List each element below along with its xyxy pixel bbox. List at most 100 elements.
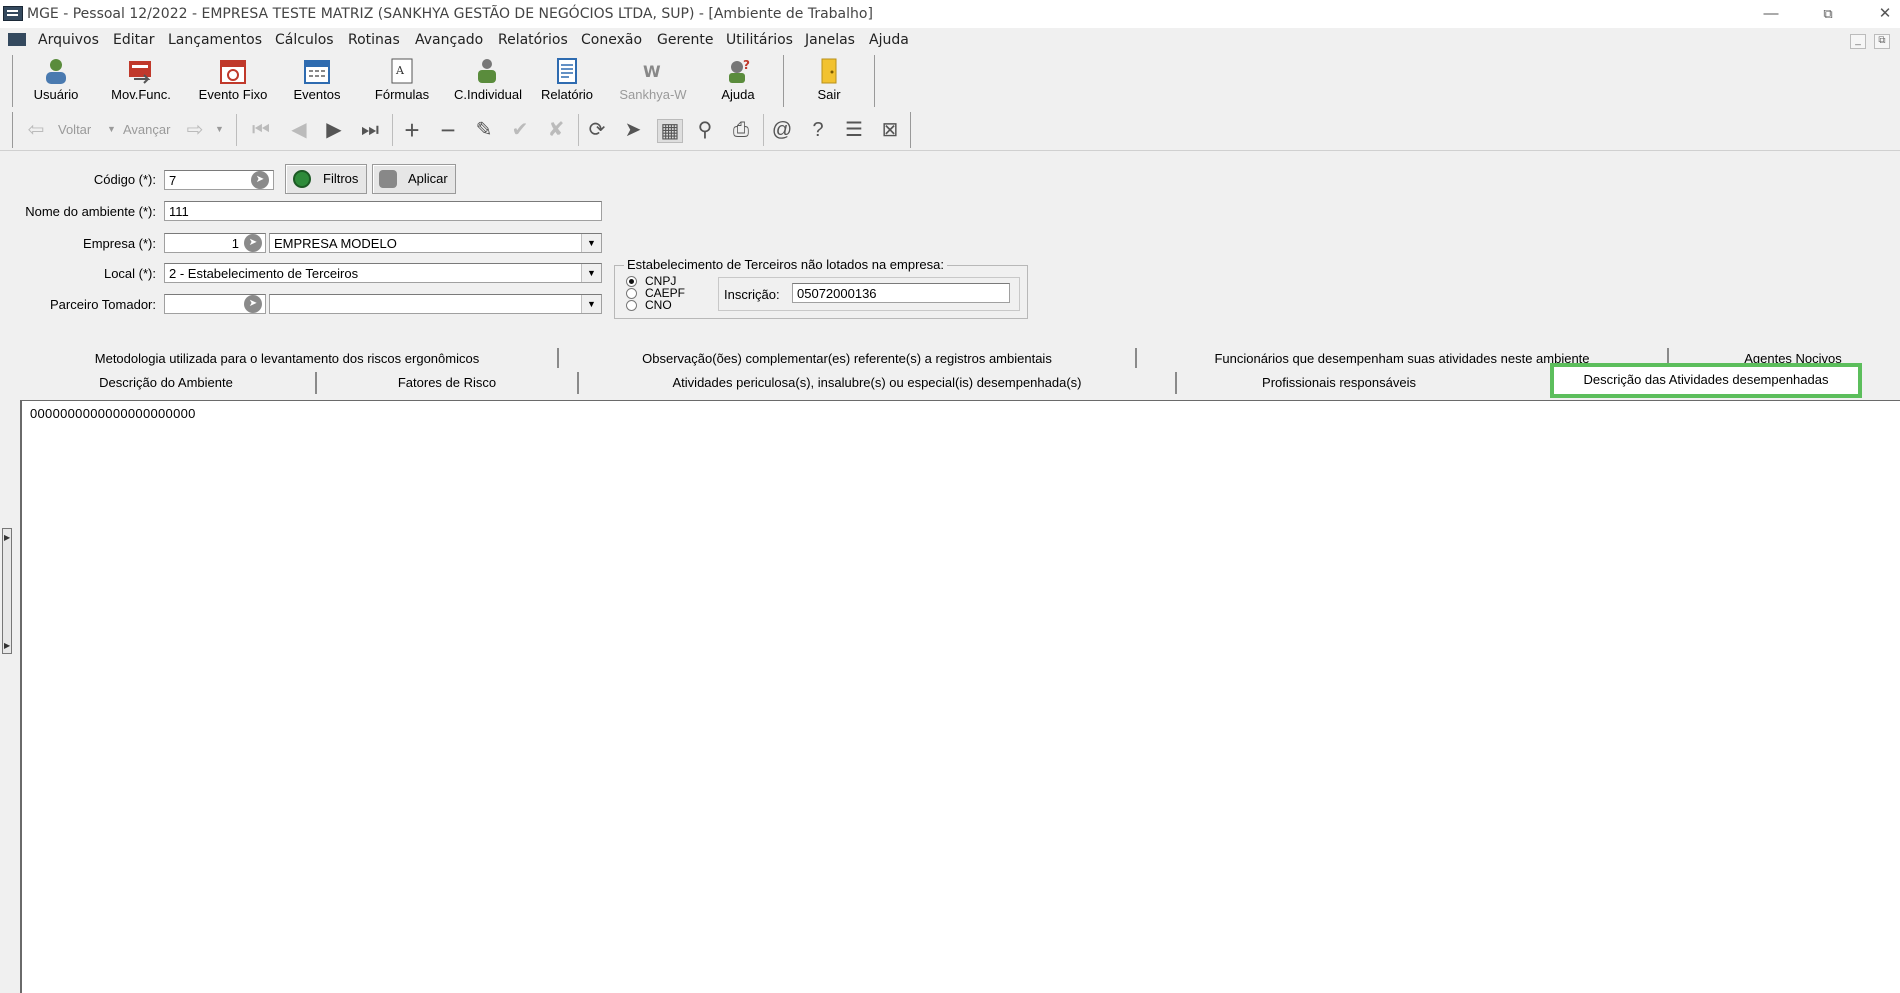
empresa-search-icon[interactable]: ➤ — [244, 234, 262, 252]
calendar-fixed-icon — [220, 60, 246, 84]
parceiro-search-icon[interactable]: ➤ — [244, 295, 262, 313]
confirm-icon[interactable]: ✔ — [508, 119, 532, 141]
menu-conexao[interactable]: Conexão — [581, 32, 642, 48]
cno-radio[interactable] — [626, 300, 637, 311]
app-icon — [3, 6, 23, 21]
remove-icon[interactable]: − — [436, 117, 460, 143]
move-employee-icon — [129, 61, 151, 84]
menu-gerente[interactable]: Gerente — [657, 32, 714, 48]
tab-descricao-ambiente[interactable]: Descrição do Ambiente — [18, 371, 314, 394]
help-question-icon[interactable]: ? — [806, 119, 830, 141]
empresa-dropdown-icon[interactable]: ▼ — [581, 234, 601, 252]
email-icon[interactable]: @ — [770, 119, 794, 141]
codigo-label: Código (*): — [93, 172, 156, 187]
activity-description-text: 0000000000000000000000 — [30, 406, 196, 421]
menu-arquivos[interactable]: Arquivos — [38, 32, 99, 48]
filtros-button[interactable]: Filtros — [285, 164, 367, 194]
mov-func-label: Mov.Func. — [111, 87, 171, 102]
separator — [236, 114, 237, 146]
aplicar-label: Aplicar — [408, 171, 448, 186]
tab-fatores-risco[interactable]: Fatores de Risco — [318, 371, 576, 394]
menu-avancado[interactable]: Avançado — [415, 32, 483, 48]
back-arrow-icon[interactable]: ⇦ — [24, 119, 48, 141]
individual-calc-icon — [478, 59, 496, 83]
menu-editar[interactable]: Editar — [113, 32, 154, 48]
tab-observacoes[interactable]: Observação(ões) complementar(es) referen… — [560, 347, 1134, 370]
mov-func-button[interactable]: Mov.Func. — [102, 57, 180, 105]
last-record-icon[interactable]: ⏭ — [358, 119, 382, 141]
c-individual-button[interactable]: C.Individual — [448, 57, 528, 105]
search-icon[interactable]: ⚲ — [693, 119, 717, 141]
menu-janelas[interactable]: Janelas — [805, 32, 855, 48]
evento-fixo-button[interactable]: Evento Fixo — [193, 57, 273, 105]
tab-atividades-periculosas[interactable]: Atividades periculosa(s), insalubre(s) o… — [580, 371, 1174, 394]
edit-icon[interactable]: ✎ — [472, 119, 496, 141]
menu-relatorios[interactable]: Relatórios — [498, 32, 568, 48]
inscricao-input[interactable]: 05072000136 — [792, 283, 1010, 303]
print-icon[interactable]: ⎙ — [729, 119, 753, 141]
menu-ajuda[interactable]: Ajuda — [869, 32, 909, 48]
eventos-button[interactable]: Eventos — [280, 57, 354, 105]
eventos-label: Eventos — [293, 87, 341, 102]
parceiro-name-combo[interactable] — [269, 294, 602, 314]
filter-icon — [293, 170, 311, 188]
back-button[interactable]: Voltar — [58, 122, 91, 137]
refresh-icon[interactable]: ⟳ — [585, 119, 609, 141]
tab-descricao-atividades[interactable]: Descrição das Atividades desempenhadas — [1550, 363, 1862, 398]
menu-utilitarios[interactable]: Utilitários — [726, 32, 793, 48]
back-dropdown-icon[interactable]: ▼ — [107, 124, 116, 134]
title-bar: MGE - Pessoal 12/2022 - EMPRESA TESTE MA… — [0, 0, 1900, 28]
ajuda-button[interactable]: ? Ajuda — [705, 57, 771, 105]
tab-divider — [315, 372, 317, 394]
local-combo[interactable]: 2 - Estabelecimento de Terceiros — [164, 263, 602, 283]
mdi-minimize-button[interactable]: _ — [1850, 34, 1866, 49]
mdi-window-icon[interactable] — [8, 33, 26, 46]
forward-arrow-icon[interactable]: ⇨ — [183, 119, 207, 141]
filter-list-icon[interactable]: ☰ — [842, 119, 866, 141]
expand-arrow-icon: ▶ — [4, 641, 11, 650]
next-record-icon[interactable]: ▶ — [322, 119, 346, 141]
sair-button[interactable]: Sair — [793, 57, 865, 105]
menu-lancamentos[interactable]: Lançamentos — [168, 32, 262, 48]
left-panel-splitter[interactable]: ▶ ▶ — [2, 528, 12, 654]
go-icon[interactable]: ➤ — [621, 119, 645, 141]
menu-rotinas[interactable]: Rotinas — [348, 32, 400, 48]
menu-calculos[interactable]: Cálculos — [275, 32, 334, 48]
forward-button[interactable]: Avançar — [123, 122, 170, 137]
codigo-search-icon[interactable]: ➤ — [251, 171, 269, 189]
calendar-icon — [304, 60, 330, 84]
first-record-icon[interactable]: ⏮ — [249, 119, 273, 141]
cancel-icon[interactable]: ✘ — [544, 119, 568, 141]
add-icon[interactable]: + — [400, 117, 424, 143]
export-excel-icon[interactable]: ⊠ — [878, 119, 902, 141]
mdi-restore-button[interactable]: ⧉ — [1874, 34, 1890, 49]
tab-metodologia[interactable]: Metodologia utilizada para o levantament… — [18, 347, 556, 370]
close-button[interactable]: ✕ — [1870, 3, 1900, 25]
grid-icon[interactable]: ▦ — [657, 119, 683, 143]
terceiros-caption: Estabelecimento de Terceiros não lotados… — [624, 257, 948, 272]
empresa-name-combo[interactable]: EMPRESA MODELO — [269, 233, 602, 253]
usuario-label: Usuário — [33, 87, 79, 102]
sankhya-w-label: Sankhya-W — [619, 87, 687, 102]
forward-dropdown-icon[interactable]: ▼ — [215, 124, 224, 134]
activity-description-textarea[interactable]: 0000000000000000000000 — [20, 400, 1900, 993]
cnpj-radio[interactable] — [626, 276, 637, 287]
relatorio-button[interactable]: Relatório — [536, 57, 598, 105]
restore-button[interactable]: ⧉ — [1813, 3, 1843, 25]
parceiro-dropdown-icon[interactable]: ▼ — [581, 295, 601, 313]
tab-profissionais[interactable]: Profissionais responsáveis — [1178, 371, 1500, 394]
formula-icon: A — [391, 58, 413, 84]
tab-divider — [577, 372, 579, 394]
sair-label: Sair — [817, 87, 841, 102]
previous-record-icon[interactable]: ◀ — [287, 119, 311, 141]
usuario-button[interactable]: Usuário — [20, 57, 92, 105]
caepf-radio[interactable] — [626, 288, 637, 299]
minimize-button[interactable]: — — [1756, 3, 1786, 25]
filtros-label: Filtros — [323, 171, 359, 186]
parceiro-label: Parceiro Tomador: — [50, 297, 156, 312]
local-dropdown-icon[interactable]: ▼ — [581, 264, 601, 282]
sankhya-w-button[interactable]: W Sankhya-W — [613, 57, 693, 105]
formulas-button[interactable]: A Fórmulas — [367, 57, 437, 105]
aplicar-button[interactable]: Aplicar — [372, 164, 456, 194]
nome-input[interactable]: 111 — [164, 201, 602, 221]
